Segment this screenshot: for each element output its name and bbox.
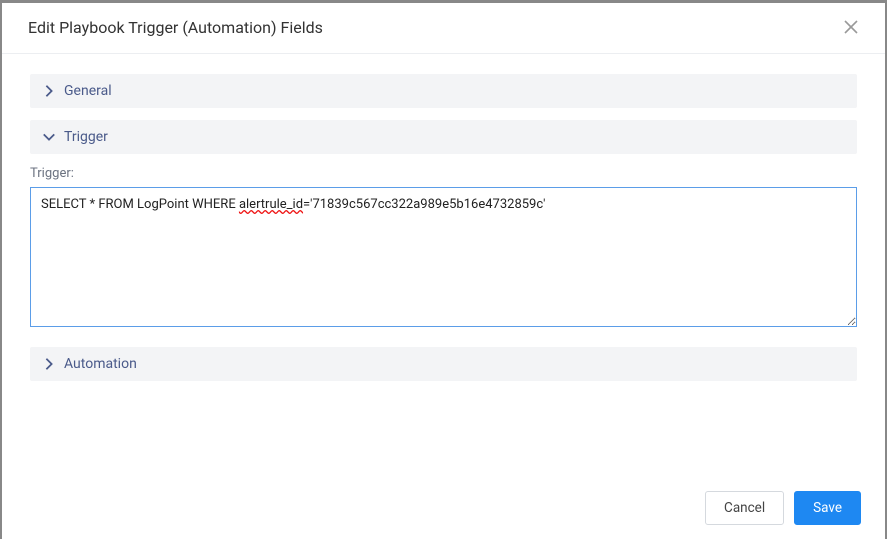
modal-footer: Cancel Save (2, 479, 885, 539)
section-general[interactable]: General (30, 74, 857, 108)
section-automation-label: Automation (64, 356, 137, 372)
modal-header: Edit Playbook Trigger (Automation) Field… (2, 3, 885, 54)
cancel-button[interactable]: Cancel (705, 491, 784, 525)
modal-body: General Trigger Trigger: SELECT * FROM L… (2, 54, 885, 479)
section-trigger[interactable]: Trigger (30, 120, 857, 154)
trigger-field-label: Trigger: (30, 166, 857, 181)
save-button[interactable]: Save (794, 491, 861, 525)
trigger-field-group: Trigger: SELECT * FROM LogPoint WHERE al… (30, 166, 857, 331)
close-icon (843, 19, 859, 35)
chevron-right-icon (42, 84, 56, 98)
modal-title: Edit Playbook Trigger (Automation) Field… (28, 18, 323, 37)
chevron-down-icon (42, 130, 56, 144)
trigger-textarea[interactable] (30, 187, 857, 327)
edit-playbook-modal: Edit Playbook Trigger (Automation) Field… (2, 3, 885, 539)
section-general-label: General (64, 83, 112, 99)
chevron-right-icon (42, 357, 56, 371)
trigger-textarea-container: SELECT * FROM LogPoint WHERE alertrule_i… (30, 187, 857, 331)
section-automation[interactable]: Automation (30, 347, 857, 381)
close-button[interactable] (839, 15, 863, 39)
section-trigger-label: Trigger (64, 129, 108, 145)
